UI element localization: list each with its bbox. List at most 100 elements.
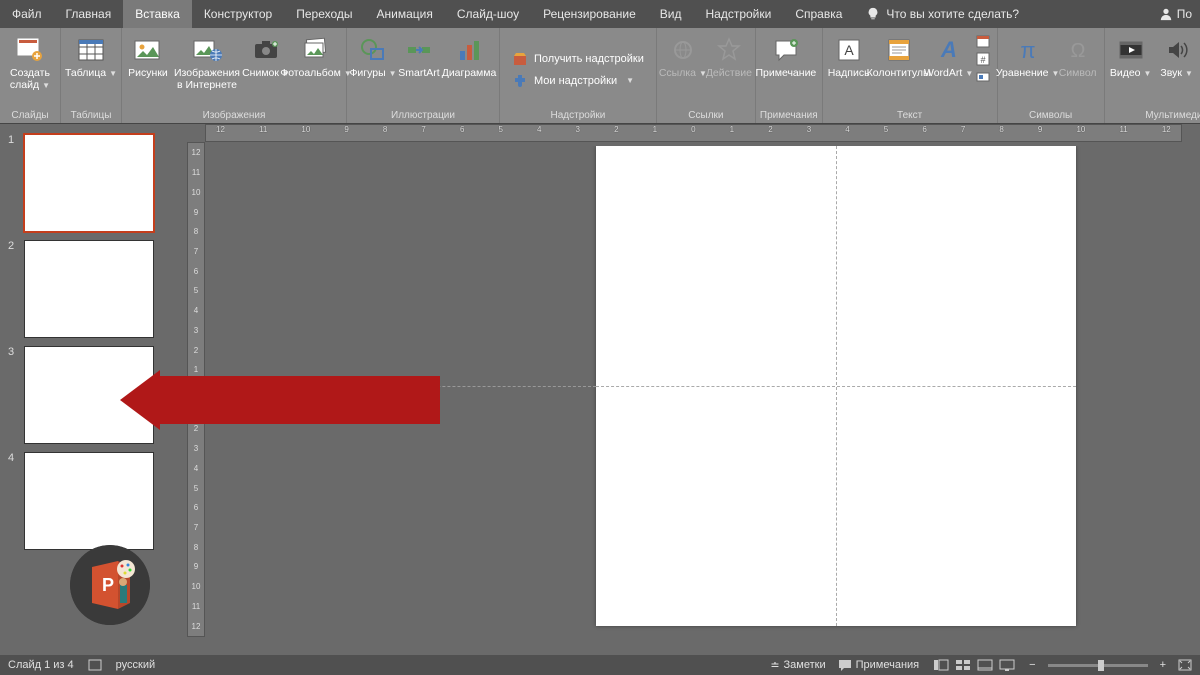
view-buttons bbox=[931, 657, 1017, 673]
menu-home[interactable]: Главная bbox=[54, 0, 124, 28]
slide-canvas[interactable] bbox=[596, 146, 1076, 626]
thumb-row-2[interactable]: 2 bbox=[0, 236, 175, 342]
menu-file[interactable]: Файл bbox=[0, 0, 54, 28]
slide-thumbnail[interactable] bbox=[24, 240, 154, 338]
pictures-button[interactable]: Рисунки bbox=[126, 31, 170, 83]
action-button[interactable]: Действие bbox=[707, 31, 751, 83]
group-images: Рисунки Изображения в Интернете Снимок▼ … bbox=[122, 28, 347, 123]
symbol-button[interactable]: Ω Символ bbox=[1056, 31, 1100, 83]
svg-text:A: A bbox=[844, 42, 854, 58]
header-label: Колонтитулы bbox=[867, 68, 931, 80]
get-addins-button[interactable]: Получить надстройки bbox=[506, 49, 650, 69]
group-label-illustrations: Иллюстрации bbox=[351, 108, 495, 123]
action-label: Действие bbox=[706, 68, 752, 80]
group-label-text: Текст bbox=[827, 108, 993, 123]
slideshow-view-button[interactable] bbox=[997, 657, 1017, 673]
wordart-button[interactable]: A WordArt▼ bbox=[927, 31, 971, 83]
wordart-label: WordArt bbox=[924, 67, 962, 79]
tell-me[interactable]: Что вы хотите сделать? bbox=[854, 0, 1031, 28]
group-label-slides: Слайды bbox=[4, 108, 56, 123]
group-label-tables: Таблицы bbox=[65, 108, 117, 123]
thumb-row-4[interactable]: 4 bbox=[0, 448, 175, 554]
menubar: Файл Главная Вставка Конструктор Переход… bbox=[0, 0, 1200, 28]
equation-button[interactable]: π Уравнение▼ bbox=[1002, 31, 1054, 83]
normal-view-button[interactable] bbox=[931, 657, 951, 673]
zoom-slider[interactable] bbox=[1048, 664, 1148, 667]
header-icon bbox=[883, 34, 915, 66]
chart-button[interactable]: Диаграмма bbox=[443, 31, 495, 83]
shapes-button[interactable]: Фигуры▼ bbox=[351, 31, 395, 83]
new-slide-button[interactable]: Создать слайд▼ bbox=[4, 31, 56, 94]
account-area[interactable]: По bbox=[1151, 0, 1200, 28]
comments-toggle[interactable]: Примечания bbox=[838, 659, 920, 671]
comment-button[interactable]: Примечание bbox=[760, 31, 812, 83]
group-label-symbols: Символы bbox=[1002, 108, 1100, 123]
language-indicator[interactable]: русский bbox=[116, 659, 155, 671]
symbol-label: Символ bbox=[1059, 68, 1097, 80]
menu-transitions[interactable]: Переходы bbox=[284, 0, 364, 28]
comment-icon bbox=[770, 34, 802, 66]
table-button[interactable]: Таблица▼ bbox=[65, 31, 117, 83]
table-label: Таблица bbox=[65, 67, 106, 79]
date-icon[interactable] bbox=[975, 33, 991, 49]
audio-button[interactable]: Звук▼ bbox=[1155, 31, 1199, 83]
smartart-label: SmartArt bbox=[398, 68, 439, 80]
smartart-button[interactable]: SmartArt bbox=[397, 31, 441, 83]
header-footer-button[interactable]: Колонтитулы bbox=[873, 31, 925, 83]
notes-label: Заметки bbox=[784, 659, 826, 671]
fit-to-window-button[interactable] bbox=[1178, 659, 1192, 671]
group-links: Ссылка▼ Действие Ссылки bbox=[657, 28, 756, 123]
menu-review[interactable]: Рецензирование bbox=[531, 0, 648, 28]
slide-number-icon[interactable]: # bbox=[975, 51, 991, 67]
video-button[interactable]: Видео▼ bbox=[1109, 31, 1153, 83]
thumb-num: 3 bbox=[8, 346, 18, 444]
get-addins-label: Получить надстройки bbox=[534, 53, 644, 65]
shapes-label: Фигуры bbox=[349, 67, 385, 79]
menu-help[interactable]: Справка bbox=[783, 0, 854, 28]
object-icon[interactable] bbox=[975, 69, 991, 85]
video-icon bbox=[1115, 34, 1147, 66]
spellcheck-icon[interactable] bbox=[88, 658, 102, 672]
menu-animations[interactable]: Анимация bbox=[365, 0, 445, 28]
comment-label: Примечание bbox=[756, 68, 817, 80]
zoom-out-button[interactable]: − bbox=[1029, 659, 1035, 671]
online-pictures-button[interactable]: Изображения в Интернете bbox=[172, 31, 242, 94]
menu-addins[interactable]: Надстройки bbox=[693, 0, 783, 28]
menu-insert[interactable]: Вставка bbox=[123, 0, 192, 28]
table-icon bbox=[75, 34, 107, 66]
slide-thumbnail[interactable] bbox=[24, 134, 154, 232]
equation-label: Уравнение bbox=[996, 67, 1049, 79]
chart-label: Диаграмма bbox=[442, 68, 497, 80]
zoom-in-button[interactable]: + bbox=[1160, 659, 1166, 671]
user-icon bbox=[1159, 7, 1173, 21]
photoalbum-label: Фотоальбом bbox=[280, 67, 341, 79]
slide-counter[interactable]: Слайд 1 из 4 bbox=[8, 659, 74, 671]
online-pictures-icon bbox=[191, 34, 223, 66]
link-icon bbox=[667, 34, 699, 66]
my-addins-button[interactable]: Мои надстройки▼ bbox=[506, 71, 650, 91]
photoalbum-button[interactable]: Фотоальбом▼ bbox=[290, 31, 342, 83]
menu-design[interactable]: Конструктор bbox=[192, 0, 284, 28]
lightbulb-icon bbox=[866, 7, 880, 21]
audio-icon bbox=[1161, 34, 1193, 66]
smartart-icon bbox=[403, 34, 435, 66]
horizontal-guide[interactable] bbox=[596, 386, 1076, 387]
notes-button[interactable]: ≐ Заметки bbox=[770, 659, 825, 672]
thumb-row-1[interactable]: 1 bbox=[0, 130, 175, 236]
horizontal-ruler[interactable]: 1211109876543210123456789101112 bbox=[205, 124, 1182, 142]
sorter-view-button[interactable] bbox=[953, 657, 973, 673]
group-label-links: Ссылки bbox=[661, 108, 751, 123]
my-addins-label: Мои надстройки bbox=[534, 75, 617, 87]
textbox-button[interactable]: A Надпись bbox=[827, 31, 871, 83]
ribbon: Создать слайд▼ Слайды Таблица▼ Таблицы Р… bbox=[0, 28, 1200, 124]
group-comments: Примечание Примечания bbox=[756, 28, 823, 123]
link-button[interactable]: Ссылка▼ bbox=[661, 31, 705, 83]
wordart-icon: A bbox=[933, 34, 965, 66]
reading-view-button[interactable] bbox=[975, 657, 995, 673]
menu-view[interactable]: Вид bbox=[648, 0, 694, 28]
group-label-media: Мультимедиа bbox=[1109, 108, 1200, 123]
slide-thumbnail[interactable] bbox=[24, 452, 154, 550]
menu-slideshow[interactable]: Слайд-шоу bbox=[445, 0, 531, 28]
myaddins-icon bbox=[512, 73, 528, 89]
action-icon bbox=[713, 34, 745, 66]
